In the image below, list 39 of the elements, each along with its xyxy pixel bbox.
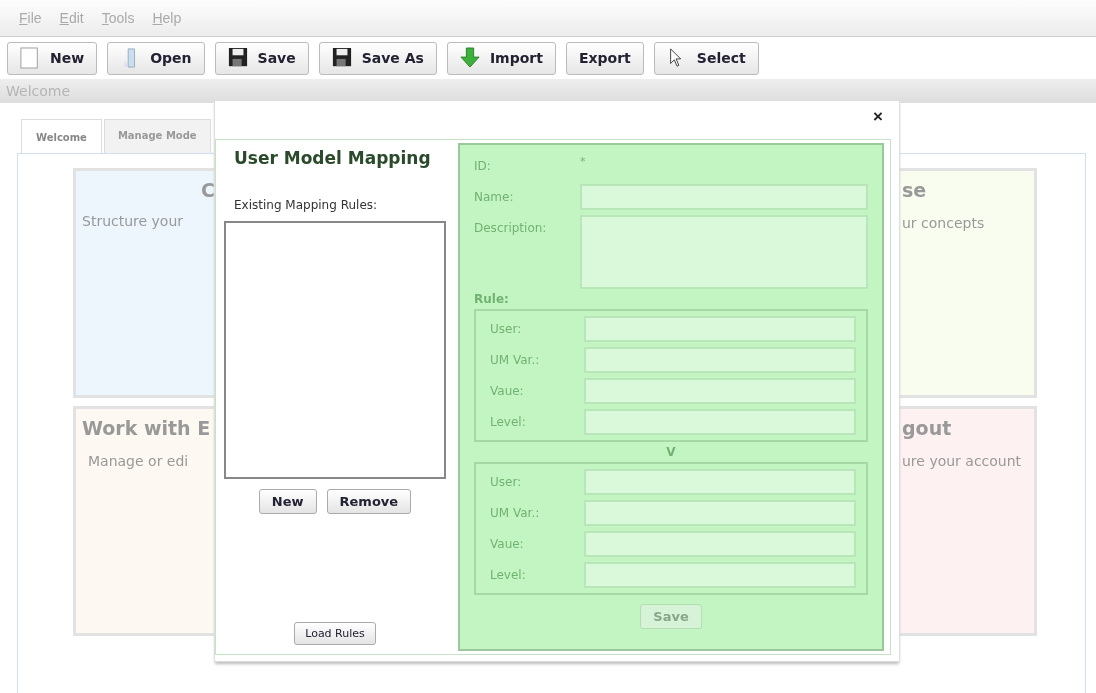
down-arrow-icon bbox=[459, 47, 480, 69]
rule-label: Rule: bbox=[474, 292, 510, 306]
toolbar-button[interactable]: Save bbox=[214, 41, 309, 75]
toolbar-button[interactable]: Select bbox=[653, 41, 759, 75]
load-rules-button[interactable]: Load Rules bbox=[294, 622, 376, 645]
field-label: Description: bbox=[474, 220, 548, 235]
card-title: Work with E bbox=[82, 417, 211, 441]
field-label: User: bbox=[490, 474, 523, 489]
card-title: C bbox=[201, 179, 215, 203]
field-label: Level: bbox=[490, 414, 527, 429]
field-label: Vaue: bbox=[490, 383, 525, 398]
card-title: gout bbox=[902, 417, 952, 441]
list-button[interactable]: New bbox=[258, 489, 317, 514]
card-text: ure your account bbox=[902, 453, 1022, 469]
field-label: ID: bbox=[474, 158, 492, 173]
rules-list[interactable] bbox=[224, 221, 446, 479]
id-value: * bbox=[580, 154, 586, 168]
tab[interactable]: Welcome bbox=[21, 119, 102, 153]
field-label: Level: bbox=[490, 567, 527, 582]
card-text: Structure your bbox=[82, 213, 184, 229]
separator-label: V bbox=[665, 445, 677, 459]
toolbar-button[interactable]: Save As bbox=[318, 41, 437, 75]
close-button[interactable]: × bbox=[873, 107, 883, 127]
field-label: UM Var.: bbox=[490, 505, 541, 520]
list-button[interactable]: Remove bbox=[326, 489, 412, 514]
card-title: se bbox=[902, 179, 927, 203]
dialog-title: User Model Mapping bbox=[234, 148, 431, 168]
field-label: User: bbox=[490, 321, 523, 336]
card-text: ur concepts bbox=[902, 215, 985, 231]
toolbar-button[interactable]: Import bbox=[446, 41, 556, 75]
field-label: Vaue: bbox=[490, 536, 525, 551]
toolbar-button[interactable]: Export bbox=[565, 41, 644, 75]
toolbar-button[interactable]: Open bbox=[107, 41, 205, 75]
list-label: Existing Mapping Rules: bbox=[234, 198, 378, 212]
toolbar-button[interactable]: New bbox=[7, 41, 98, 75]
field-label: Name: bbox=[474, 189, 515, 204]
card-text: Manage or edi bbox=[88, 453, 189, 469]
page-icon bbox=[20, 47, 40, 69]
field-label: UM Var.: bbox=[490, 352, 541, 367]
